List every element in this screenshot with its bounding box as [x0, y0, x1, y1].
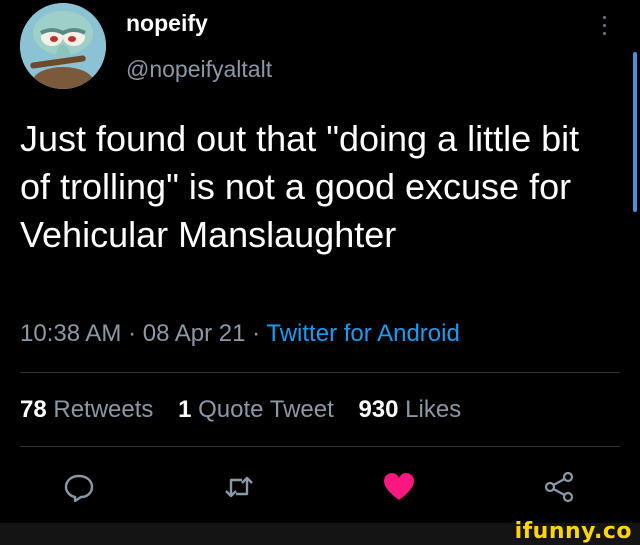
retweet-icon[interactable] [222, 470, 256, 504]
avatar[interactable] [20, 3, 106, 89]
quotes-label: Quote Tweet [198, 396, 334, 423]
likes-stat[interactable]: 930 Likes [358, 396, 461, 423]
divider [20, 372, 620, 373]
divider [20, 446, 620, 447]
retweets-stat[interactable]: 78 Retweets [20, 396, 153, 423]
display-name[interactable]: nopeify [126, 10, 208, 37]
scrollbar[interactable] [633, 52, 637, 212]
retweets-count: 78 [20, 396, 47, 423]
tweet-date: 08 Apr 21 [142, 320, 246, 347]
share-icon[interactable] [542, 470, 576, 504]
likes-label: Likes [405, 396, 462, 423]
meta-separator: · [121, 320, 143, 347]
quotes-count: 1 [178, 396, 192, 423]
tweet-time: 10:38 AM [20, 320, 122, 347]
tweet-meta: 10:38 AM · 08 Apr 21 · Twitter for Andro… [20, 320, 460, 348]
quotes-stat[interactable]: 1 Quote Tweet [178, 396, 334, 423]
tweet-text: Just found out that "doing a little bit … [20, 118, 580, 255]
tweet-stats: 78 Retweets 1 Quote Tweet 930 Likes [20, 396, 479, 424]
reply-icon[interactable] [62, 470, 96, 504]
meta-separator: · [245, 320, 267, 347]
heart-icon[interactable] [382, 470, 416, 504]
ifunny-watermark: ifunny.co [514, 519, 632, 544]
user-handle[interactable]: @nopeifyaltalt [126, 56, 272, 83]
likes-count: 930 [358, 396, 399, 423]
retweets-label: Retweets [53, 396, 154, 423]
tweet-source-link[interactable]: Twitter for Android [266, 320, 459, 347]
avatar-image [20, 3, 106, 89]
more-options-icon[interactable] [598, 16, 610, 40]
